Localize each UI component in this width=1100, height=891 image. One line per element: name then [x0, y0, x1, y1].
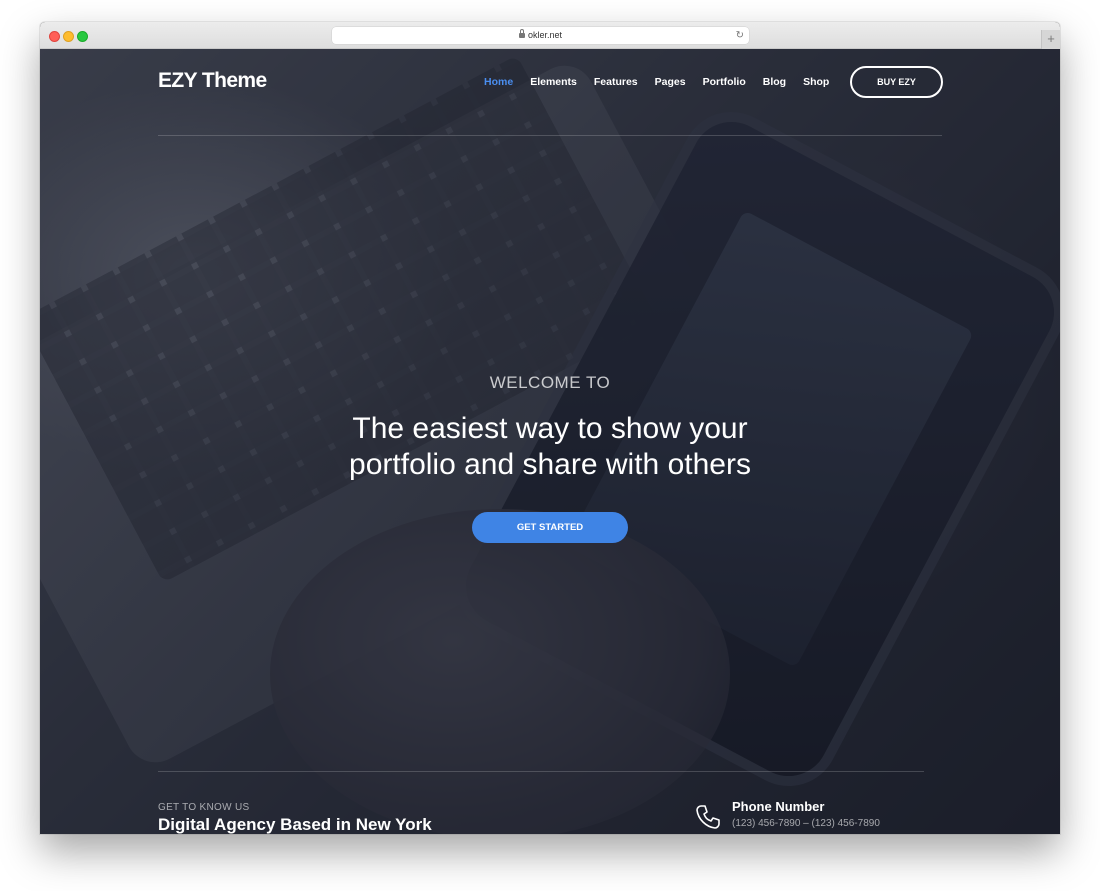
hero-section: EZY Theme Home Elements Features Pages P…: [40, 49, 1060, 834]
nav-item-elements[interactable]: Elements: [530, 76, 577, 88]
get-started-button[interactable]: GET STARTED: [472, 512, 628, 543]
browser-window: okler.net ↻ + EZY Theme Home Elements Fe…: [40, 22, 1060, 834]
phone-numbers: (123) 456-7890 – (123) 456-7890: [732, 818, 880, 829]
reload-icon[interactable]: ↻: [736, 27, 744, 44]
close-window-button[interactable]: [49, 31, 60, 42]
browser-titlebar: okler.net ↻ +: [40, 22, 1060, 49]
hero-kicker: WELCOME TO: [489, 373, 611, 392]
nav-item-pages[interactable]: Pages: [655, 76, 686, 88]
address-bar[interactable]: okler.net ↻: [332, 27, 749, 44]
nav-item-features[interactable]: Features: [594, 76, 638, 88]
hero-headline-line-2: portfolio and share with others: [349, 448, 751, 481]
minimize-window-button[interactable]: [63, 31, 74, 42]
nav-item-home[interactable]: Home: [484, 76, 513, 88]
phone-label: Phone Number: [732, 799, 825, 814]
nav-item-portfolio[interactable]: Portfolio: [703, 76, 746, 88]
hero-headline: The easiest way to show your portfolio a…: [40, 411, 1060, 483]
nav-menu: Home Elements Features Pages Portfolio B…: [484, 76, 846, 88]
new-tab-button[interactable]: +: [1041, 30, 1060, 49]
hero-headline-line-1: The easiest way to show your: [352, 412, 748, 445]
footer-kicker: GET TO KNOW US: [158, 802, 250, 813]
lock-icon: [518, 29, 525, 38]
main-navigation: EZY Theme Home Elements Features Pages P…: [158, 49, 943, 136]
nav-item-blog[interactable]: Blog: [763, 76, 786, 88]
site-logo[interactable]: EZY Theme: [158, 69, 267, 93]
footer-title: Digital Agency Based in New York: [158, 815, 432, 834]
address-bar-url: okler.net: [527, 30, 563, 40]
footer-divider: [158, 771, 924, 772]
nav-item-shop[interactable]: Shop: [803, 76, 829, 88]
buy-ezy-button[interactable]: BUY EZY: [850, 66, 943, 98]
zoom-window-button[interactable]: [77, 31, 88, 42]
phone-icon: [696, 805, 720, 829]
